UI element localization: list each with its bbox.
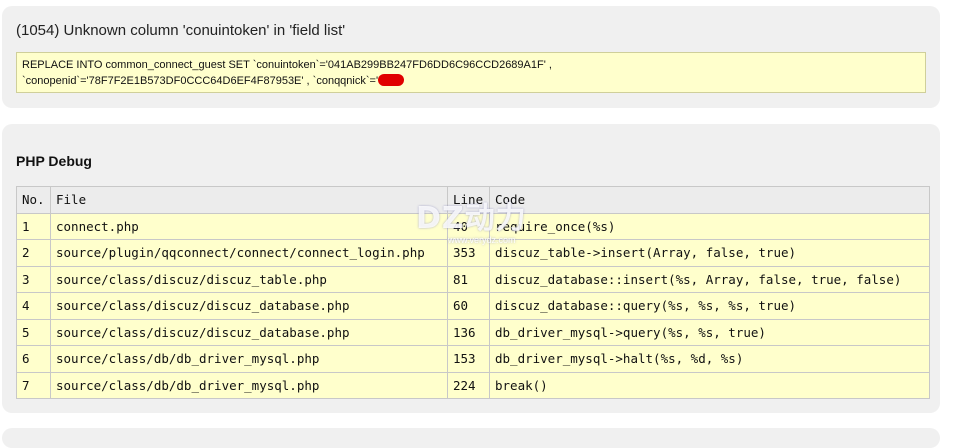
table-row: 1 connect.php 40 require_once(%s) <box>16 212 930 240</box>
table-row: 7 source/class/db/db_driver_mysql.php 22… <box>16 371 930 399</box>
sql-line-1: REPLACE INTO common_connect_guest SET `c… <box>22 59 552 71</box>
header-line: Line <box>447 186 490 214</box>
row-code: db_driver_mysql->query(%s, %s, true) <box>489 318 930 346</box>
table-row: 2 source/plugin/qqconnect/connect/connec… <box>16 239 930 267</box>
debug-table: No. File Line Code 1 connect.php 40 requ… <box>16 186 930 399</box>
sql-line-2: `conopenid`='78F7F2E1B573DF0CCC64D6EF4F8… <box>22 75 379 87</box>
error-panel: (1054) Unknown column 'conuintoken' in '… <box>2 6 940 108</box>
row-code: discuz_table->insert(Array, false, true) <box>489 239 930 267</box>
row-file: source/class/db/db_driver_mysql.php <box>50 371 448 399</box>
sql-line-2-wrap: `conopenid`='78F7F2E1B573DF0CCC64D6EF4F8… <box>22 73 920 89</box>
debug-title: PHP Debug <box>16 153 92 169</box>
row-code: break() <box>489 371 930 399</box>
table-row: 4 source/class/discuz/discuz_database.ph… <box>16 292 930 320</box>
row-code: discuz_database::insert(%s, Array, false… <box>489 265 930 293</box>
row-no: 5 <box>16 318 51 346</box>
row-line: 81 <box>447 265 490 293</box>
row-line: 224 <box>447 371 490 399</box>
row-line: 136 <box>447 318 490 346</box>
row-file: source/plugin/qqconnect/connect/connect_… <box>50 239 448 267</box>
debug-table-header: No. File Line Code <box>16 186 930 214</box>
row-code: db_driver_mysql->halt(%s, %d, %s) <box>489 345 930 373</box>
sql-statement-box: REPLACE INTO common_connect_guest SET `c… <box>16 52 926 93</box>
header-file: File <box>50 186 448 214</box>
row-no: 2 <box>16 239 51 267</box>
row-no: 6 <box>16 345 51 373</box>
row-file: source/class/db/db_driver_mysql.php <box>50 345 448 373</box>
table-row: 5 source/class/discuz/discuz_database.ph… <box>16 318 930 346</box>
header-code: Code <box>489 186 930 214</box>
row-line: 353 <box>447 239 490 267</box>
row-code: require_once(%s) <box>489 212 930 240</box>
row-file: source/class/discuz/discuz_database.php <box>50 318 448 346</box>
redaction-mark <box>378 74 405 86</box>
row-no: 4 <box>16 292 51 320</box>
bottom-panel <box>2 428 940 448</box>
row-no: 3 <box>16 265 51 293</box>
row-file: connect.php <box>50 212 448 240</box>
row-no: 1 <box>16 212 51 240</box>
row-no: 7 <box>16 371 51 399</box>
row-file: source/class/discuz/discuz_table.php <box>50 265 448 293</box>
header-no: No. <box>16 186 51 214</box>
error-title: (1054) Unknown column 'conuintoken' in '… <box>16 22 346 39</box>
php-debug-panel: PHP Debug No. File Line Code 1 connect.p… <box>2 124 940 413</box>
row-line: 40 <box>447 212 490 240</box>
row-line: 153 <box>447 345 490 373</box>
table-row: 3 source/class/discuz/discuz_table.php 8… <box>16 265 930 293</box>
row-code: discuz_database::query(%s, %s, %s, true) <box>489 292 930 320</box>
row-file: source/class/discuz/discuz_database.php <box>50 292 448 320</box>
row-line: 60 <box>447 292 490 320</box>
table-row: 6 source/class/db/db_driver_mysql.php 15… <box>16 345 930 373</box>
